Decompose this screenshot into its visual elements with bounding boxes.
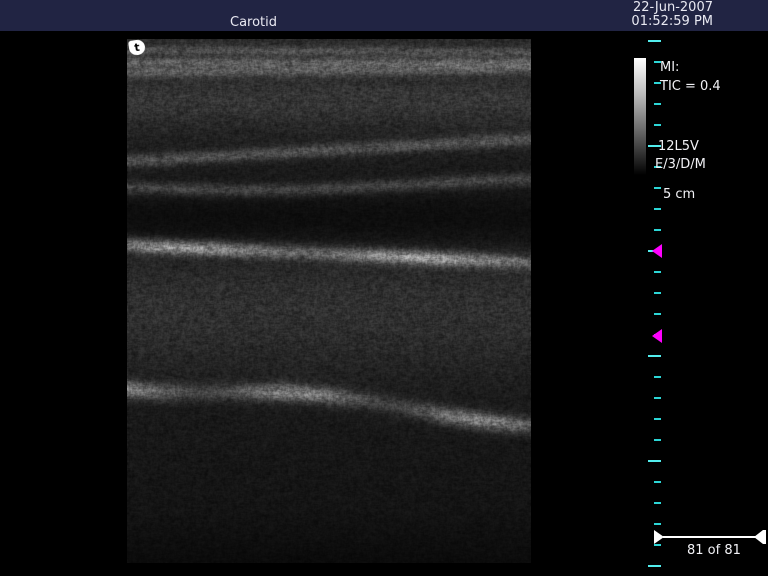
tic-value: TIC = 0.4 [660,80,721,94]
depth-tick-minor [654,229,661,231]
depth-tick-minor [654,439,661,441]
depth-tick-major [648,355,661,357]
depth-tick-minor [654,418,661,420]
depth-tick-minor [654,397,661,399]
depth-tick-minor [654,292,661,294]
ultrasound-image [127,39,531,563]
ultrasound-screen: Carotid 22-Jun-2007 01:52:59 PM t MI: TI… [0,0,768,576]
depth-tick-major [648,460,661,462]
depth-tick-minor [654,124,661,126]
date-label: 22-Jun-2007 [631,1,713,15]
focal-zone-marker [652,244,662,258]
depth-tick-minor [654,271,661,273]
time-label: 01:52:59 PM [631,15,713,29]
cine-end-stop [763,530,766,544]
grayscale-bar [634,58,646,175]
depth-tick-minor [654,523,661,525]
depth-tick-minor [654,187,661,189]
cine-progress-bar[interactable] [663,536,756,538]
orientation-marker-glyph: t [134,42,141,54]
exam-type-label: Carotid [230,15,277,30]
datetime: 22-Jun-2007 01:52:59 PM [631,1,713,29]
frame-counter: 81 of 81 [687,543,741,558]
focal-zone-marker [652,329,662,343]
depth-tick-minor [654,502,661,504]
depth-tick-major [648,565,661,567]
depth-tick-minor [654,544,661,546]
depth-tick-minor [654,313,661,315]
depth-label: 5 cm [663,188,695,202]
mi-label: MI: [660,61,679,75]
depth-tick-minor [654,103,661,105]
header-bar: Carotid 22-Jun-2007 01:52:59 PM [0,0,768,31]
mode-settings: E/3/D/M [655,158,706,172]
transducer-label: 12L5V [658,140,699,154]
depth-tick-minor [654,481,661,483]
depth-tick-minor [654,376,661,378]
depth-tick-major [648,40,661,42]
cine-end-marker [754,530,763,544]
depth-tick-minor [654,208,661,210]
